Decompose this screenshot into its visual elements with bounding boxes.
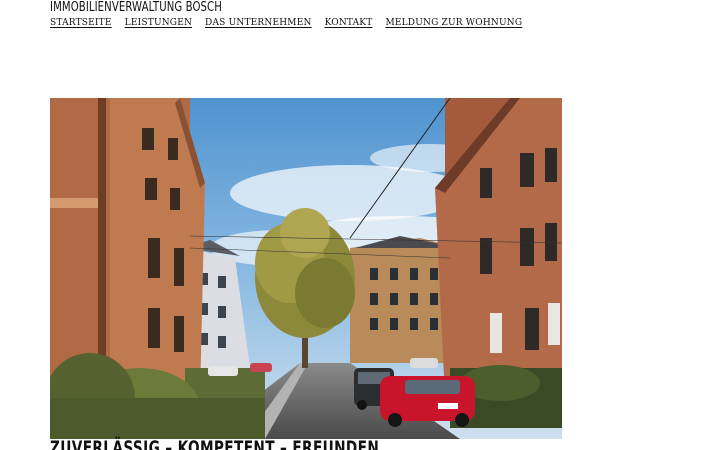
main-navigation: STARTSEITE LEISTUNGEN DAS UNTERNEHMEN KO…: [50, 18, 522, 28]
hero-image: [50, 98, 562, 439]
nav-item-das-unternehmen[interactable]: DAS UNTERNEHMEN: [205, 18, 312, 28]
nav-item-startseite[interactable]: STARTSEITE: [50, 18, 112, 28]
nav-item-leistungen[interactable]: LEISTUNGEN: [125, 18, 192, 28]
hero-tagline: ZUVERLÄSSIG – KOMPETENT – FREUNDEN: [50, 437, 380, 450]
nav-item-meldung-zur-wohnung[interactable]: MELDUNG ZUR WOHNUNG: [385, 18, 522, 28]
page: IMMOBILIENVERWALTUNG BOSCH STARTSEITE LE…: [0, 0, 720, 450]
site-title[interactable]: IMMOBILIENVERWALTUNG BOSCH: [50, 0, 222, 16]
nav-item-kontakt[interactable]: KONTAKT: [325, 18, 373, 28]
